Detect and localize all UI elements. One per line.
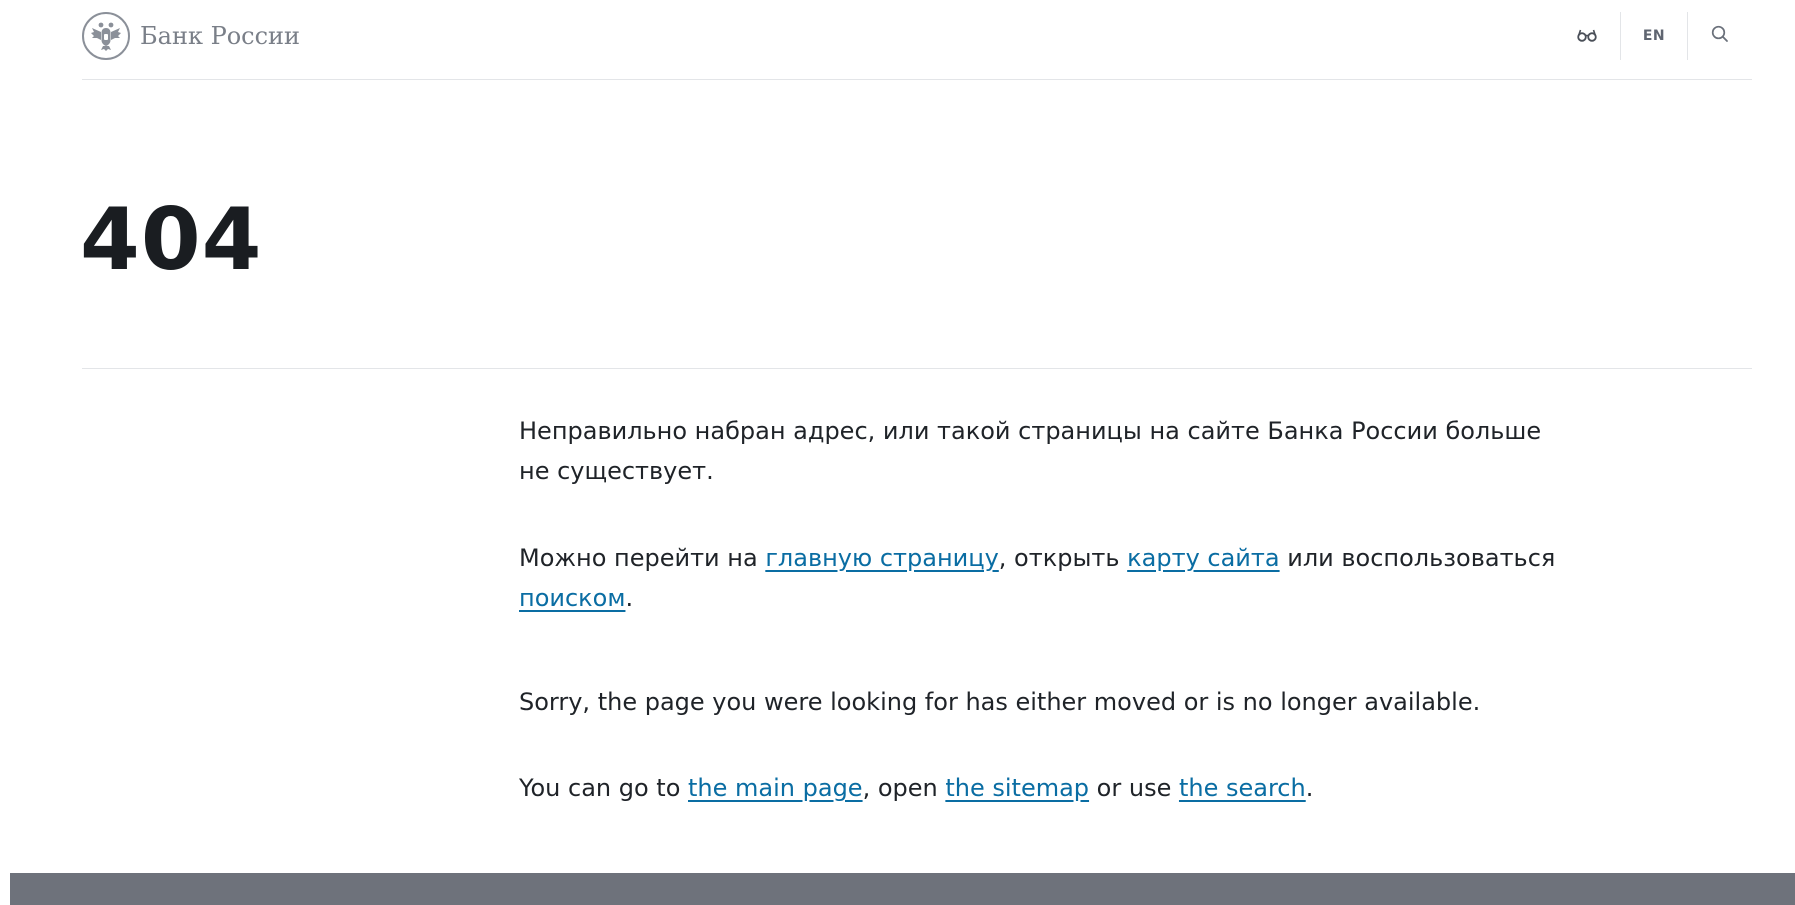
double-headed-eagle-emblem-icon <box>82 12 130 60</box>
header-tools: EN <box>1554 12 1752 60</box>
error-message-content: Неправильно набран адрес, или такой стра… <box>519 411 1559 808</box>
accessibility-toggle-button[interactable] <box>1554 12 1620 60</box>
page: Банк России EN 404 Неправильно набран ад… <box>0 0 1795 905</box>
message-en-text: , open <box>862 774 946 802</box>
search-icon <box>1711 25 1729 47</box>
message-en-text: . <box>1305 774 1314 802</box>
footer-band <box>10 873 1795 905</box>
message-en-line2: You can go to the main page, open the si… <box>519 768 1559 808</box>
site-header: Банк России EN <box>82 0 1752 80</box>
home-logo-link[interactable]: Банк России <box>82 12 300 60</box>
search-button[interactable] <box>1688 12 1752 60</box>
message-ru-text: Можно перейти на <box>519 544 766 572</box>
main-page-link-ru[interactable]: главную страницу <box>765 544 998 572</box>
main-page-link-en[interactable]: the main page <box>688 774 863 802</box>
sitemap-link-en[interactable]: the sitemap <box>945 774 1089 802</box>
error-code-heading: 404 <box>80 190 263 290</box>
message-ru-line2: Можно перейти на главную страницу, откры… <box>519 538 1559 618</box>
search-link-ru[interactable]: поиском <box>519 584 625 612</box>
message-ru-text: . <box>625 584 634 612</box>
message-en-line1: Sorry, the page you were looking for has… <box>519 688 1481 716</box>
sitemap-link-ru[interactable]: карту сайта <box>1127 544 1279 572</box>
message-en-text: You can go to <box>519 774 689 802</box>
message-ru-text: или воспользоваться <box>1279 544 1556 572</box>
search-link-en[interactable]: the search <box>1179 774 1306 802</box>
language-switch-button[interactable]: EN <box>1620 12 1688 60</box>
logo-title: Банк России <box>140 22 301 50</box>
message-ru-line1: Неправильно набран адрес, или такой стра… <box>519 417 1542 485</box>
message-ru-text: , открыть <box>998 544 1128 572</box>
message-en-text: or use <box>1089 774 1179 802</box>
glasses-icon <box>1577 27 1597 46</box>
section-divider <box>82 368 1752 369</box>
